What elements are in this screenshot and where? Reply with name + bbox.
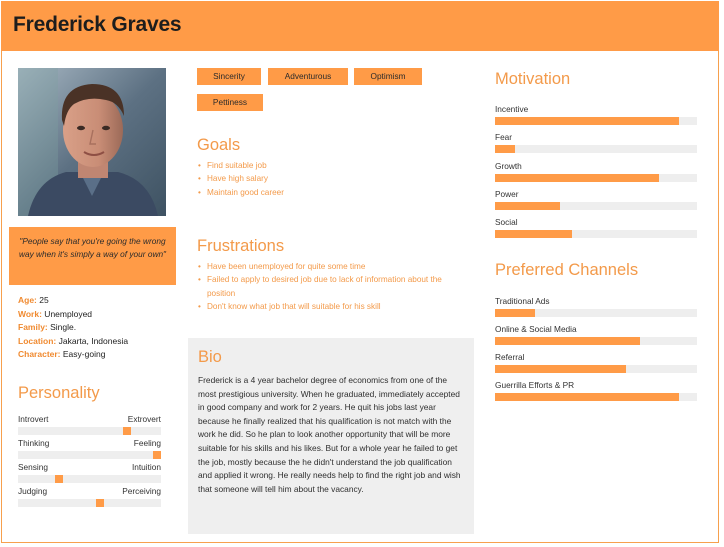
channels-title: Preferred Channels (495, 261, 639, 279)
bar-track (495, 174, 697, 182)
scale-track (18, 499, 161, 507)
scale-left-label: Introvert (18, 414, 49, 424)
personality-scale-sensing-intuition: Sensing Intuition (18, 462, 161, 483)
scale-right-label: Feeling (133, 438, 161, 448)
fact-work: Work: Unemployed (18, 308, 93, 319)
scale-right-label: Extrovert (127, 414, 161, 424)
personality-scale-judging-perceiving: Judging Perceiving (18, 486, 161, 507)
frustrations-title: Frustrations (197, 237, 285, 255)
bio-title: Bio (198, 348, 222, 366)
trait-tag-pettiness: Pettiness (197, 94, 263, 111)
goal-item: Find suitable job (197, 159, 467, 173)
frustration-item: Have been unemployed for quite some time (197, 260, 469, 274)
fact-family: Family: Single. (18, 322, 77, 333)
frustration-item: Failed to apply to desired job due to la… (197, 273, 469, 300)
scale-marker (95, 499, 104, 507)
bar-fill (495, 337, 641, 345)
bio-panel: Bio Frederick is a 4 year bachelor degre… (188, 338, 474, 534)
bar-fill (495, 202, 560, 210)
bar-label: Fear (495, 132, 513, 142)
trait-tag-optimism: Optimism (354, 68, 422, 85)
trait-tag-adventurous: Adventurous (268, 68, 348, 85)
channel-guerrilla-pr: Guerrilla Efforts & PR (495, 380, 697, 401)
frustrations-list: Have been unemployed for quite some time… (197, 260, 469, 314)
channel-traditional-ads: Traditional Ads (495, 296, 697, 317)
fact-location: Location: Jakarta, Indonesia (18, 335, 129, 346)
scale-left-label: Thinking (18, 438, 50, 448)
bar-fill (495, 145, 516, 153)
goal-item: Have high salary (197, 172, 467, 186)
bar-track (495, 117, 697, 125)
scale-right-label: Intuition (131, 462, 161, 472)
bar-track (495, 393, 697, 401)
scale-track (18, 451, 161, 459)
goal-item: Maintain good career (197, 186, 467, 200)
bar-track (495, 202, 697, 210)
bar-label: Referral (495, 352, 525, 362)
bar-track (495, 365, 697, 373)
scale-marker (122, 427, 131, 435)
motivation-incentive: Incentive (495, 104, 697, 125)
personality-scale-introvert-extrovert: Introvert Extrovert (18, 414, 161, 435)
scale-track (18, 475, 161, 483)
bar-label: Power (495, 189, 519, 199)
frustration-item: Don't know what job that will suitable f… (197, 300, 469, 314)
persona-name: Frederick Graves (13, 13, 182, 36)
scale-left-label: Judging (18, 486, 48, 496)
bar-fill (495, 309, 536, 317)
bar-track (495, 337, 697, 345)
portrait-image (18, 68, 166, 216)
motivation-growth: Growth (495, 161, 697, 182)
goals-list: Find suitable job Have high salary Maint… (197, 159, 467, 200)
motivation-power: Power (495, 189, 697, 210)
bar-track (495, 145, 697, 153)
motivation-title: Motivation (495, 70, 571, 88)
trait-tag-sincerity: Sincerity (197, 68, 261, 85)
bar-track (495, 309, 697, 317)
persona-facts: Age: 25 Work: Unemployed Family: Single.… (18, 294, 128, 362)
channel-referral: Referral (495, 352, 697, 373)
personality-title: Personality (18, 384, 100, 402)
motivation-fear: Fear (495, 132, 697, 153)
scale-right-label: Perceiving (122, 486, 161, 496)
bar-label: Guerrilla Efforts & PR (495, 380, 575, 390)
header-bar: Frederick Graves (1, 1, 719, 51)
channel-online-social: Online & Social Media (495, 324, 697, 345)
goals-title: Goals (197, 136, 241, 154)
bar-fill (495, 117, 679, 125)
scale-marker (152, 451, 161, 459)
scale-marker (55, 475, 64, 483)
motivation-social: Social (495, 217, 697, 238)
bar-label: Social (495, 217, 518, 227)
scale-track (18, 427, 161, 435)
profile-photo (18, 68, 166, 216)
persona-quote: "People say that you're going the wrong … (9, 227, 176, 285)
bar-label: Incentive (495, 104, 529, 114)
fact-character: Character: Easy-going (18, 349, 106, 360)
fact-age: Age: 25 (18, 295, 49, 305)
bar-fill (495, 174, 659, 182)
bar-fill (495, 365, 627, 373)
bar-fill (495, 393, 679, 401)
bar-track (495, 230, 697, 238)
bar-label: Online & Social Media (495, 324, 577, 334)
personality-scale-thinking-feeling: Thinking Feeling (18, 438, 161, 459)
bar-label: Traditional Ads (495, 296, 550, 306)
bar-label: Growth (495, 161, 522, 171)
scale-left-label: Sensing (18, 462, 48, 472)
bar-fill (495, 230, 572, 238)
bio-text: Frederick is a 4 year bachelor degree of… (198, 375, 461, 494)
